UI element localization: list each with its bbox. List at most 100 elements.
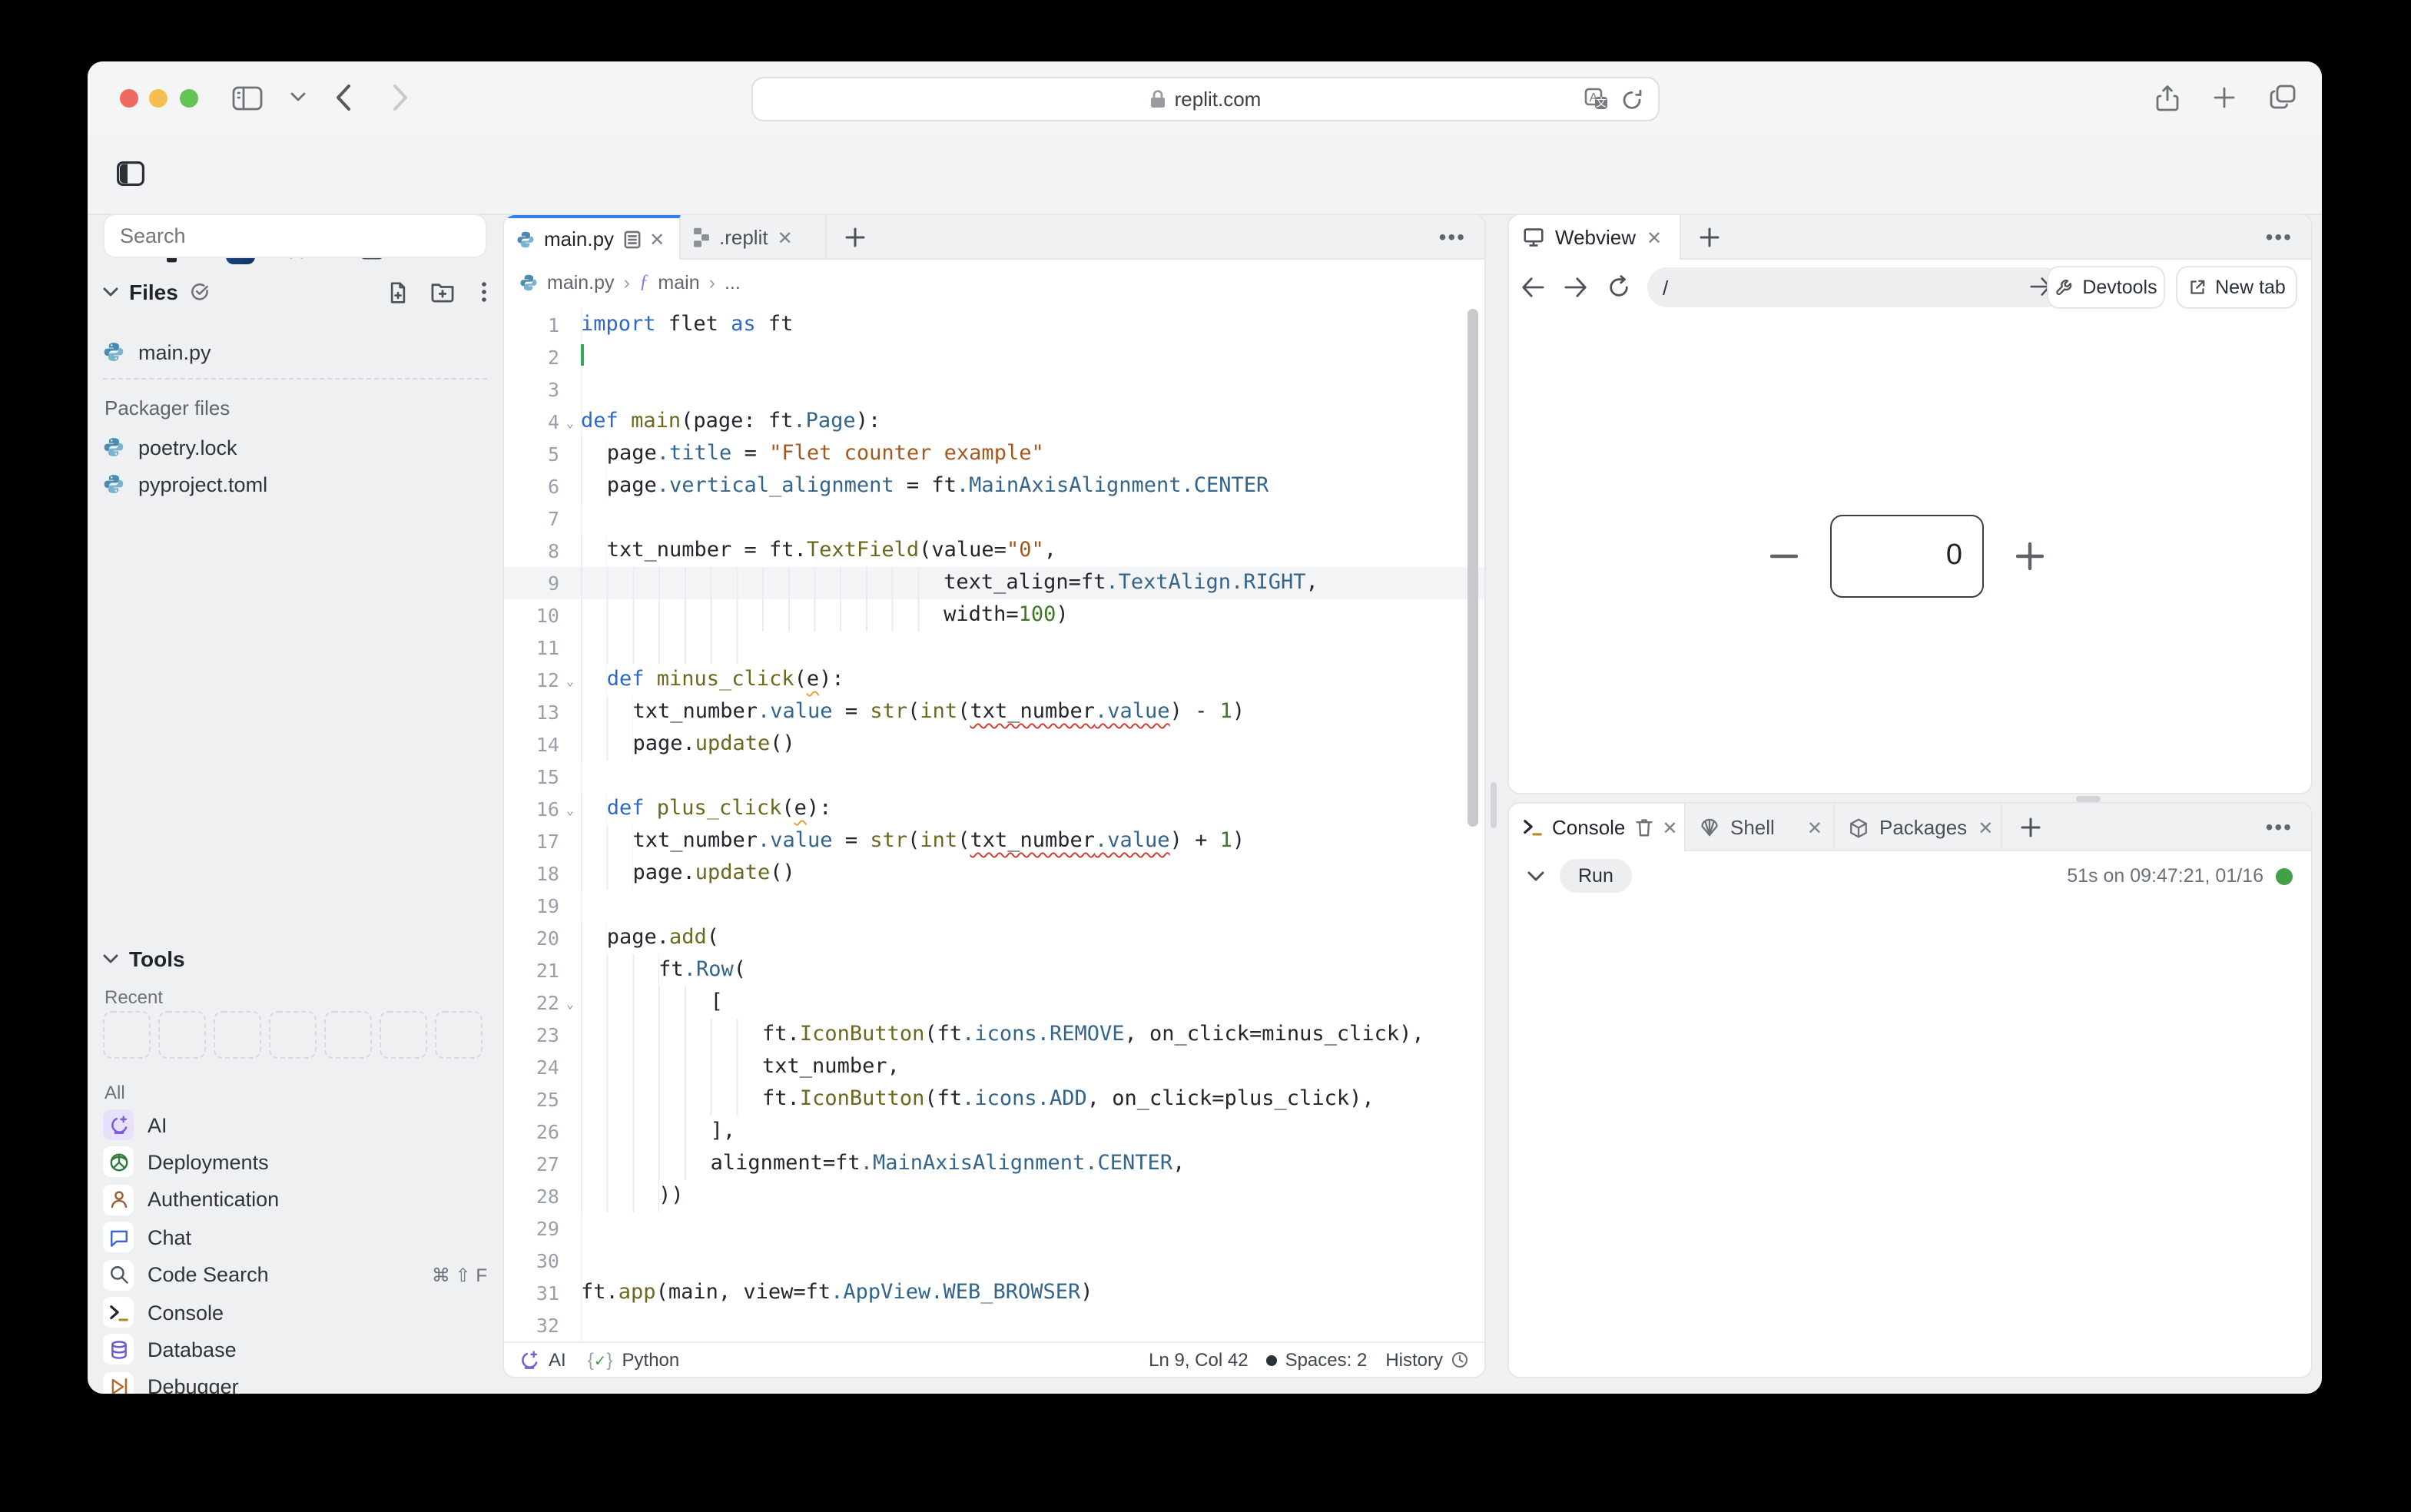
file-layout-icon[interactable] bbox=[623, 230, 640, 248]
translate-icon[interactable]: A文 bbox=[1584, 88, 1609, 111]
file-item[interactable]: poetry.lock bbox=[103, 429, 487, 466]
chevron-down-icon[interactable] bbox=[1527, 870, 1544, 881]
forward-icon[interactable] bbox=[1564, 277, 1587, 298]
sidebar-item-debugger[interactable]: Debugger bbox=[103, 1371, 487, 1394]
webview-new-tab-button[interactable]: New tab bbox=[2176, 266, 2297, 309]
tab-shell[interactable]: Shell ✕ bbox=[1686, 804, 1835, 851]
code-area[interactable]: 1import flet as ft234⌄def main(page: ft.… bbox=[504, 304, 1484, 1343]
ai-icon[interactable] bbox=[519, 1350, 539, 1370]
history-clock-icon[interactable] bbox=[1451, 1351, 1469, 1369]
reload-icon[interactable] bbox=[1621, 88, 1643, 111]
file-item[interactable]: main.py bbox=[103, 333, 487, 370]
more-options-icon[interactable]: ••• bbox=[1439, 224, 1466, 249]
close-tab-icon[interactable]: ✕ bbox=[1662, 818, 1677, 837]
forward-icon[interactable] bbox=[392, 83, 409, 112]
trash-icon[interactable] bbox=[1634, 817, 1653, 837]
panel-toggle-icon[interactable] bbox=[117, 161, 144, 186]
breadcrumb-file: main.py bbox=[547, 271, 615, 293]
sidebar-item-auth[interactable]: Authentication bbox=[103, 1183, 487, 1217]
more-options-icon[interactable]: ••• bbox=[2266, 814, 2293, 839]
sidebar-item-code-search[interactable]: Code Search⌘ ⇧ F bbox=[103, 1258, 487, 1292]
webview-url-bar[interactable]: / bbox=[1647, 267, 2065, 307]
recent-slot[interactable] bbox=[158, 1011, 206, 1059]
console-output[interactable] bbox=[1509, 900, 2311, 1377]
status-language[interactable]: Python bbox=[622, 1349, 680, 1371]
new-tab-icon[interactable] bbox=[845, 227, 865, 247]
tab-webview[interactable]: Webview ✕ bbox=[1509, 215, 1681, 260]
fold-marker[interactable]: ⌄ bbox=[559, 793, 581, 825]
reload-icon[interactable] bbox=[1607, 275, 1630, 300]
minus-button[interactable] bbox=[1770, 553, 1798, 559]
tab-console[interactable]: Console ✕ bbox=[1509, 804, 1686, 851]
recent-slot[interactable] bbox=[214, 1011, 261, 1059]
back-icon[interactable] bbox=[335, 83, 352, 112]
sidebar-item-ai[interactable]: AI bbox=[103, 1108, 487, 1142]
chevron-down-icon[interactable] bbox=[103, 287, 118, 297]
horizontal-splitter-handle[interactable] bbox=[2076, 796, 2101, 801]
status-spaces[interactable]: Spaces: 2 bbox=[1285, 1349, 1368, 1371]
close-tab-icon[interactable]: ✕ bbox=[1978, 818, 1993, 837]
wrench-icon bbox=[2054, 278, 2073, 297]
close-tab-icon[interactable]: ✕ bbox=[1807, 818, 1822, 837]
new-folder-icon[interactable] bbox=[430, 281, 455, 303]
recent-slot[interactable] bbox=[380, 1011, 427, 1059]
tab-label: Console bbox=[1552, 816, 1625, 839]
sidebar-item-database[interactable]: Database bbox=[103, 1333, 487, 1367]
browser-sidebar-icon[interactable] bbox=[232, 86, 263, 111]
tab-replit[interactable]: .replit ✕ bbox=[681, 215, 827, 260]
new-file-icon[interactable] bbox=[387, 280, 409, 303]
search-input[interactable] bbox=[103, 214, 487, 258]
status-ai-label[interactable]: AI bbox=[549, 1349, 566, 1371]
maximize-window-button[interactable] bbox=[180, 88, 198, 107]
sidebar-item-deployments[interactable]: Deployments bbox=[103, 1146, 487, 1179]
new-tab-icon[interactable] bbox=[2021, 817, 2041, 837]
new-tab-icon[interactable] bbox=[2213, 86, 2236, 109]
breadcrumb-more: ... bbox=[725, 271, 741, 293]
python-file-icon bbox=[103, 341, 124, 363]
more-options-icon[interactable]: ••• bbox=[2266, 224, 2293, 249]
fold-marker bbox=[559, 502, 581, 535]
breadcrumb[interactable]: main.py › ƒ main › ... bbox=[504, 260, 1484, 306]
cursor-position[interactable]: Ln 9, Col 42 bbox=[1149, 1349, 1248, 1371]
new-tab-icon[interactable] bbox=[1700, 227, 1720, 247]
recent-slot[interactable] bbox=[269, 1011, 317, 1059]
status-history[interactable]: History bbox=[1385, 1349, 1443, 1371]
fold-marker bbox=[559, 599, 581, 632]
webview-tabstrip: Webview ✕ ••• bbox=[1509, 215, 2311, 260]
close-window-button[interactable] bbox=[119, 88, 138, 107]
close-tab-icon[interactable]: ✕ bbox=[778, 228, 793, 247]
tab-packages[interactable]: Packages ✕ bbox=[1835, 804, 2002, 851]
counter-textfield[interactable]: 0 bbox=[1830, 515, 1984, 598]
code-lines: 1import flet as ft234⌄def main(page: ft.… bbox=[504, 309, 1484, 1341]
run-badge[interactable]: Run bbox=[1560, 859, 1632, 893]
tab-main-py[interactable]: main.py ✕ bbox=[504, 215, 681, 260]
fold-marker[interactable]: ⌄ bbox=[559, 986, 581, 1019]
sidebar-item-console[interactable]: Console bbox=[103, 1295, 487, 1329]
minimize-window-button[interactable] bbox=[148, 88, 167, 107]
back-icon[interactable] bbox=[1521, 277, 1544, 298]
recent-slot[interactable] bbox=[103, 1011, 151, 1059]
recent-slot[interactable] bbox=[324, 1011, 372, 1059]
fold-marker[interactable]: ⌄ bbox=[559, 406, 581, 438]
recent-slot[interactable] bbox=[435, 1011, 483, 1059]
file-name: poetry.lock bbox=[138, 436, 237, 459]
file-item[interactable]: pyproject.toml bbox=[103, 466, 487, 502]
vertical-splitter-handle[interactable] bbox=[1491, 782, 1496, 828]
chevron-down-icon[interactable] bbox=[290, 92, 306, 103]
browser-url-bar[interactable]: replit.com A文 bbox=[751, 77, 1660, 121]
code-line: 15 bbox=[504, 761, 1484, 793]
plus-button[interactable] bbox=[2016, 542, 2044, 570]
fold-marker[interactable]: ⌄ bbox=[559, 664, 581, 696]
chevron-down-icon[interactable] bbox=[103, 953, 118, 964]
close-tab-icon[interactable]: ✕ bbox=[1647, 228, 1662, 247]
kebab-menu-icon[interactable] bbox=[481, 281, 487, 303]
dot-icon bbox=[1267, 1354, 1278, 1365]
sidebar-item-chat[interactable]: Chat bbox=[103, 1220, 487, 1254]
devtools-button[interactable]: Devtools bbox=[2047, 266, 2165, 309]
share-icon[interactable] bbox=[2156, 85, 2179, 112]
code-line: 3 bbox=[504, 373, 1484, 406]
editor-scrollbar[interactable] bbox=[1467, 309, 1478, 827]
close-tab-icon[interactable]: ✕ bbox=[649, 230, 665, 248]
recent-slots bbox=[103, 1011, 487, 1062]
tab-overview-icon[interactable] bbox=[2270, 85, 2296, 109]
